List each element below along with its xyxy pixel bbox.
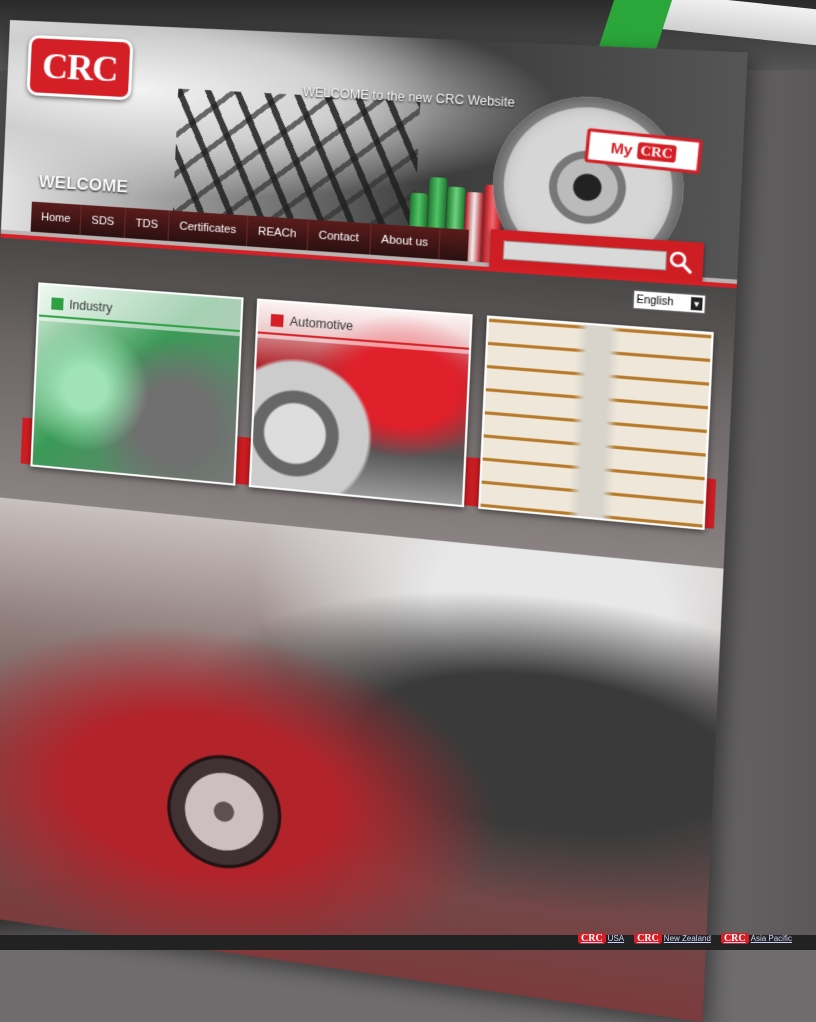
language-selected: English <box>636 293 674 309</box>
nav-item-sds[interactable]: SDS <box>80 204 127 239</box>
nav-item-reach[interactable]: REACh <box>246 215 309 251</box>
partner-links: CRC USA CRC New Zealand CRC Asia Pacific <box>578 928 816 948</box>
nav-item-tds[interactable]: TDS <box>124 207 170 241</box>
nav-item-home[interactable]: Home <box>30 201 83 236</box>
category-card-automotive[interactable]: Automotive <box>248 298 473 508</box>
card-underline <box>38 314 241 333</box>
welcome-heading: WELCOME <box>38 171 129 197</box>
partner-label: USA <box>607 933 625 943</box>
partner-badge: CRC <box>578 932 606 944</box>
crc-logo[interactable]: CRC <box>26 34 134 101</box>
nav-item-contact[interactable]: Contact <box>307 219 372 255</box>
industry-marker-icon <box>51 297 64 311</box>
partner-link-asia-pacific[interactable]: CRC Asia Pacific <box>720 932 792 944</box>
card-title-industry: Industry <box>69 297 113 316</box>
car-wheel-graphic <box>164 748 284 876</box>
partner-badge: CRC <box>720 932 749 944</box>
partner-label: Asia Pacific <box>750 933 792 943</box>
card-label: Automotive <box>257 300 471 355</box>
nav-item-certificates[interactable]: Certificates <box>168 210 249 247</box>
card-label: Industry <box>38 284 242 337</box>
search-input[interactable] <box>502 240 668 271</box>
my-crc-label: My <box>609 139 634 159</box>
language-select[interactable]: English ▼ <box>632 289 707 315</box>
card-title-automotive: Automotive <box>289 314 354 334</box>
chevron-down-icon: ▼ <box>690 296 703 311</box>
nav-item-about-us[interactable]: About us <box>369 223 441 260</box>
partner-link-new-zealand[interactable]: CRC New Zealand <box>634 932 711 944</box>
website-page: CRC WELCOME to the new CRC Website My CR… <box>0 20 748 1022</box>
partner-badge: CRC <box>634 932 662 944</box>
automotive-marker-icon <box>270 313 284 328</box>
category-card-industry[interactable]: Industry <box>30 282 244 486</box>
my-crc-badge: CRC <box>636 141 677 163</box>
search-icon[interactable] <box>666 248 695 276</box>
partner-label: New Zealand <box>663 933 711 943</box>
screen: CRC WELCOME to the new CRC Website My CR… <box>0 0 816 1022</box>
partner-link-usa[interactable]: CRC USA <box>578 932 625 944</box>
card-underline <box>257 331 470 350</box>
category-card-warehouse[interactable] <box>478 315 714 531</box>
